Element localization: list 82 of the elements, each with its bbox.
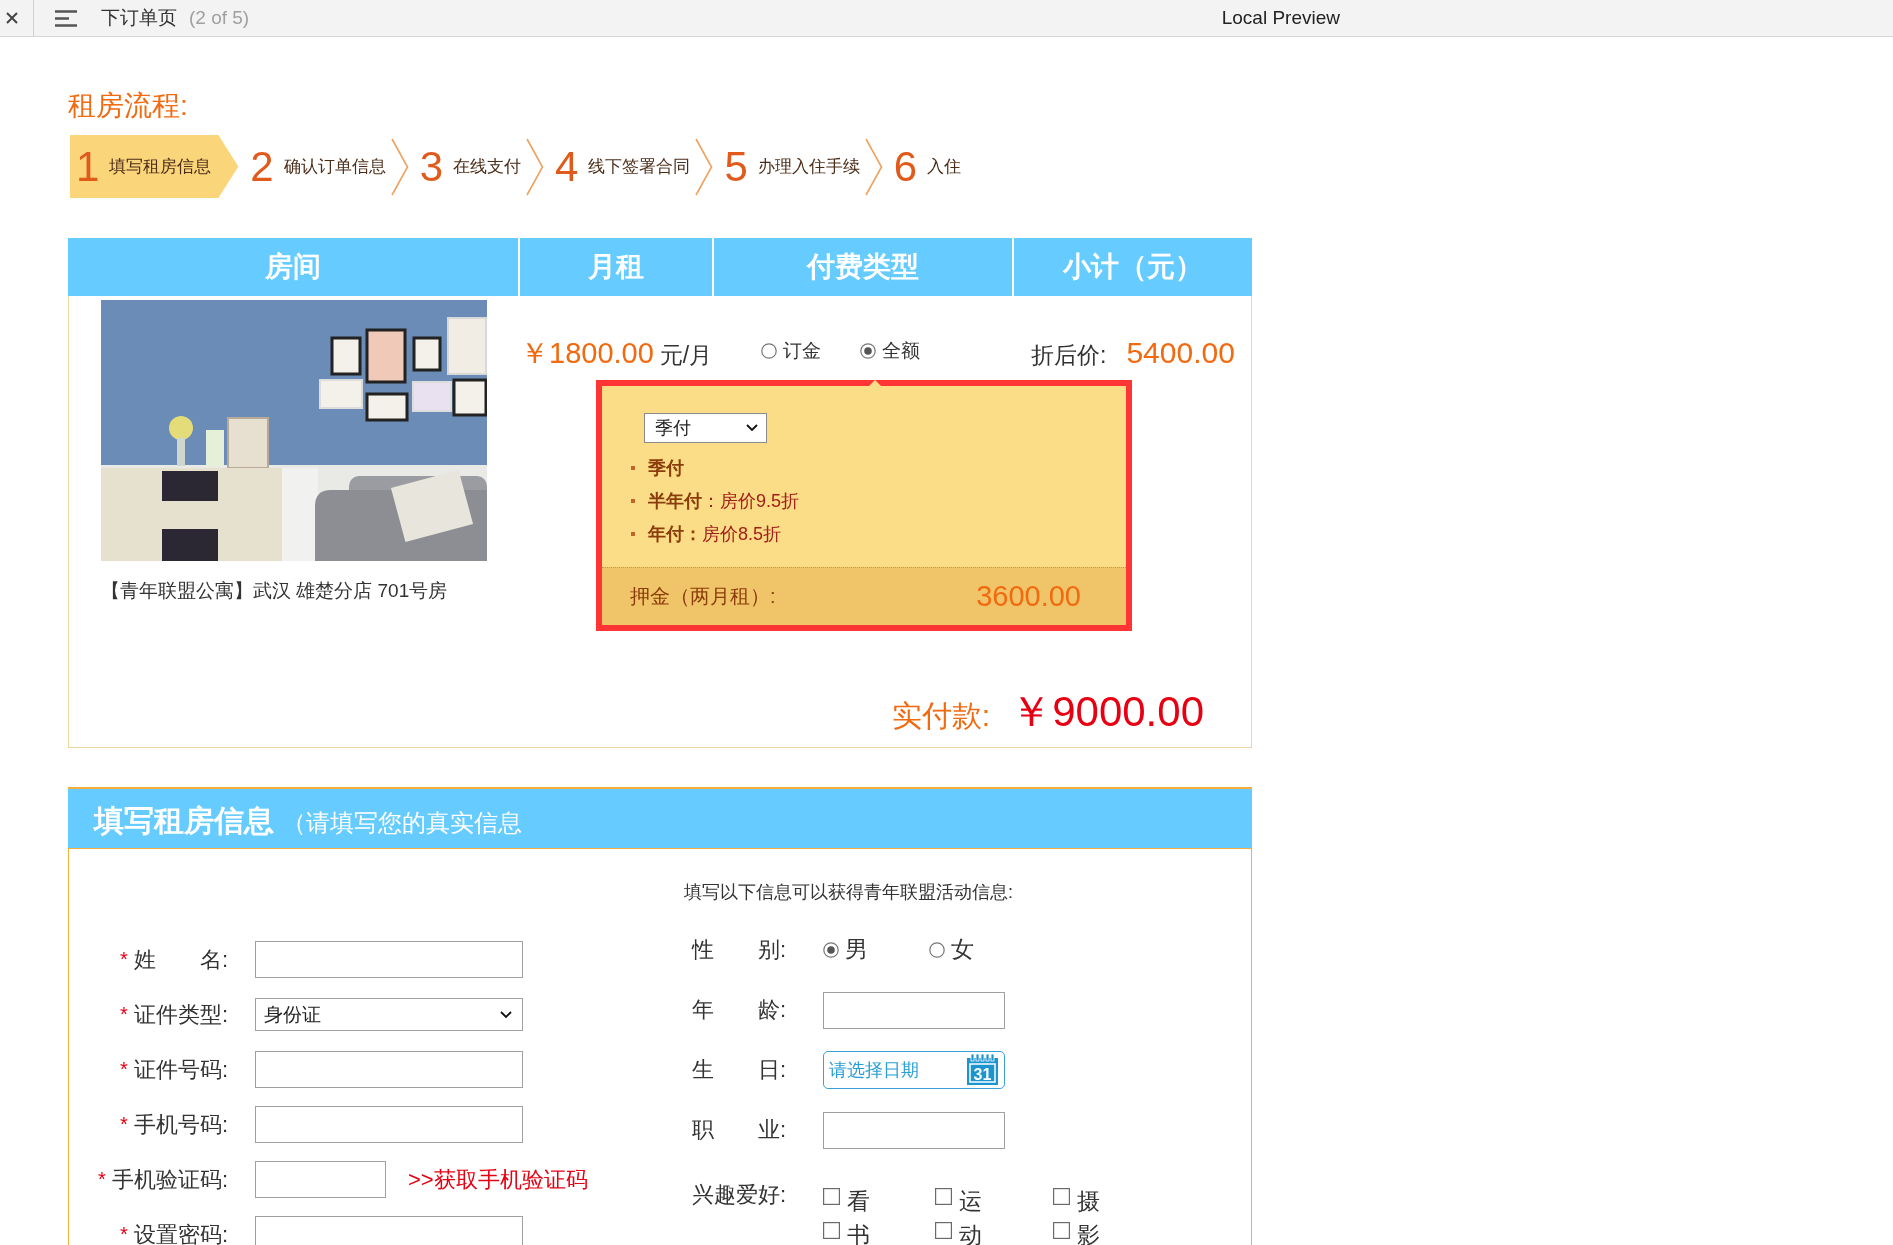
process-step: 3 在线支付 <box>419 135 522 198</box>
process-step: 2 确认订单信息 <box>250 135 386 198</box>
field-label: 证件类型: <box>133 1000 228 1029</box>
deposit-amount: 3600.00 <box>976 580 1081 613</box>
field-label: 姓 名: <box>133 945 228 974</box>
process-step: 6 入住 <box>893 135 962 198</box>
column-header: 房间 <box>68 238 518 296</box>
field-label: 兴趣爱好: <box>692 1181 788 1209</box>
payment-option: 年付：房价8.5折 <box>648 521 782 546</box>
chevron-right-icon <box>526 137 545 196</box>
field-label: 年 龄: <box>692 996 788 1024</box>
total-amount: ￥9000.00 <box>1010 687 1204 737</box>
form-intro: 填写以下信息可以获得青年联盟活动信息: <box>684 882 1013 902</box>
checkbox-label[interactable]: 看书 <box>847 1184 870 1245</box>
page-title: 下订单页 <box>101 6 177 30</box>
field-label: 手机验证码: <box>111 1165 228 1194</box>
radio-label[interactable]: 订金 <box>783 340 821 363</box>
rent-unit: 元/月 <box>659 341 713 370</box>
required-mark: * <box>120 1003 128 1026</box>
required-mark: * <box>120 1223 128 1245</box>
text-input[interactable] <box>255 941 523 978</box>
required-mark: * <box>98 1168 106 1191</box>
radio-label[interactable]: 男 <box>845 936 868 964</box>
bullet-icon <box>631 531 635 536</box>
page-counter: (2 of 5) <box>189 7 250 29</box>
menu-icon[interactable] <box>55 9 77 27</box>
chevron-down-icon <box>500 1010 512 1019</box>
text-input[interactable] <box>255 1106 523 1143</box>
required-mark: * <box>120 948 128 971</box>
code-input[interactable] <box>255 1161 386 1198</box>
checkbox[interactable] <box>823 1222 840 1239</box>
field-label: 生 日: <box>692 1056 788 1084</box>
chevron-right-icon <box>864 137 883 196</box>
text-input[interactable] <box>255 1216 523 1245</box>
bullet-icon <box>631 465 635 470</box>
field-label: 职 业: <box>692 1116 788 1144</box>
radio-label[interactable]: 女 <box>951 936 974 964</box>
text-input[interactable] <box>255 1051 523 1088</box>
checkbox[interactable] <box>1053 1188 1070 1205</box>
checkbox[interactable] <box>935 1222 952 1239</box>
required-mark: * <box>120 1058 128 1081</box>
chevron-right-icon <box>695 137 714 196</box>
dropdown-select[interactable]: 身份证 <box>255 998 523 1031</box>
payment-option: 季付 <box>648 455 684 480</box>
discount-price: 5400.00 <box>1126 336 1235 370</box>
chevron-down-icon <box>746 424 758 432</box>
column-header: 小计（元） <box>1012 238 1252 296</box>
discount-label: 折后价: <box>1031 341 1107 370</box>
checkbox[interactable] <box>1053 1222 1070 1239</box>
preview-title: Local Preview <box>1221 7 1340 29</box>
radio-button[interactable] <box>823 942 839 958</box>
form-subtitle: （请填写您的真实信息 <box>282 808 522 838</box>
process-title: 租房流程: <box>68 89 188 123</box>
close-icon <box>6 12 18 24</box>
process-step: 1 填写租房信息 <box>70 135 239 198</box>
rent-price: ￥1800.00 <box>520 336 654 370</box>
text-input[interactable] <box>823 1111 1005 1149</box>
form-title: 填写租房信息 <box>94 803 274 839</box>
field-label: 手机号码: <box>133 1110 228 1139</box>
total-label: 实付款: <box>891 698 991 734</box>
checkbox[interactable] <box>823 1188 840 1205</box>
column-header: 月租 <box>518 238 712 296</box>
checkbox[interactable] <box>935 1188 952 1205</box>
process-step: 4 线下签署合同 <box>555 135 691 198</box>
room-caption: 【青年联盟公寓】武汉 雄楚分店 701号房 <box>101 579 448 603</box>
radio-button[interactable] <box>860 343 876 360</box>
payment-option: 半年付：房价9.5折 <box>648 488 800 513</box>
required-mark: * <box>120 1113 128 1136</box>
process-step: 5 办理入住手续 <box>724 135 860 198</box>
get-code-link[interactable]: >>获取手机验证码 <box>408 1164 588 1195</box>
text-input[interactable] <box>823 991 1005 1029</box>
period-select[interactable]: 季付 <box>644 413 767 443</box>
radio-button[interactable] <box>929 942 945 958</box>
column-header: 付费类型 <box>712 238 1012 296</box>
bullet-icon <box>631 498 635 503</box>
field-label: 证件号码: <box>133 1055 228 1084</box>
field-label: 设置密码: <box>133 1220 228 1245</box>
radio-button[interactable] <box>761 343 777 360</box>
chevron-right-icon <box>390 137 409 196</box>
field-label: 性 别: <box>692 936 788 964</box>
deposit-label: 押金（两月租）: <box>630 584 776 609</box>
radio-label[interactable]: 全额 <box>882 340 920 363</box>
